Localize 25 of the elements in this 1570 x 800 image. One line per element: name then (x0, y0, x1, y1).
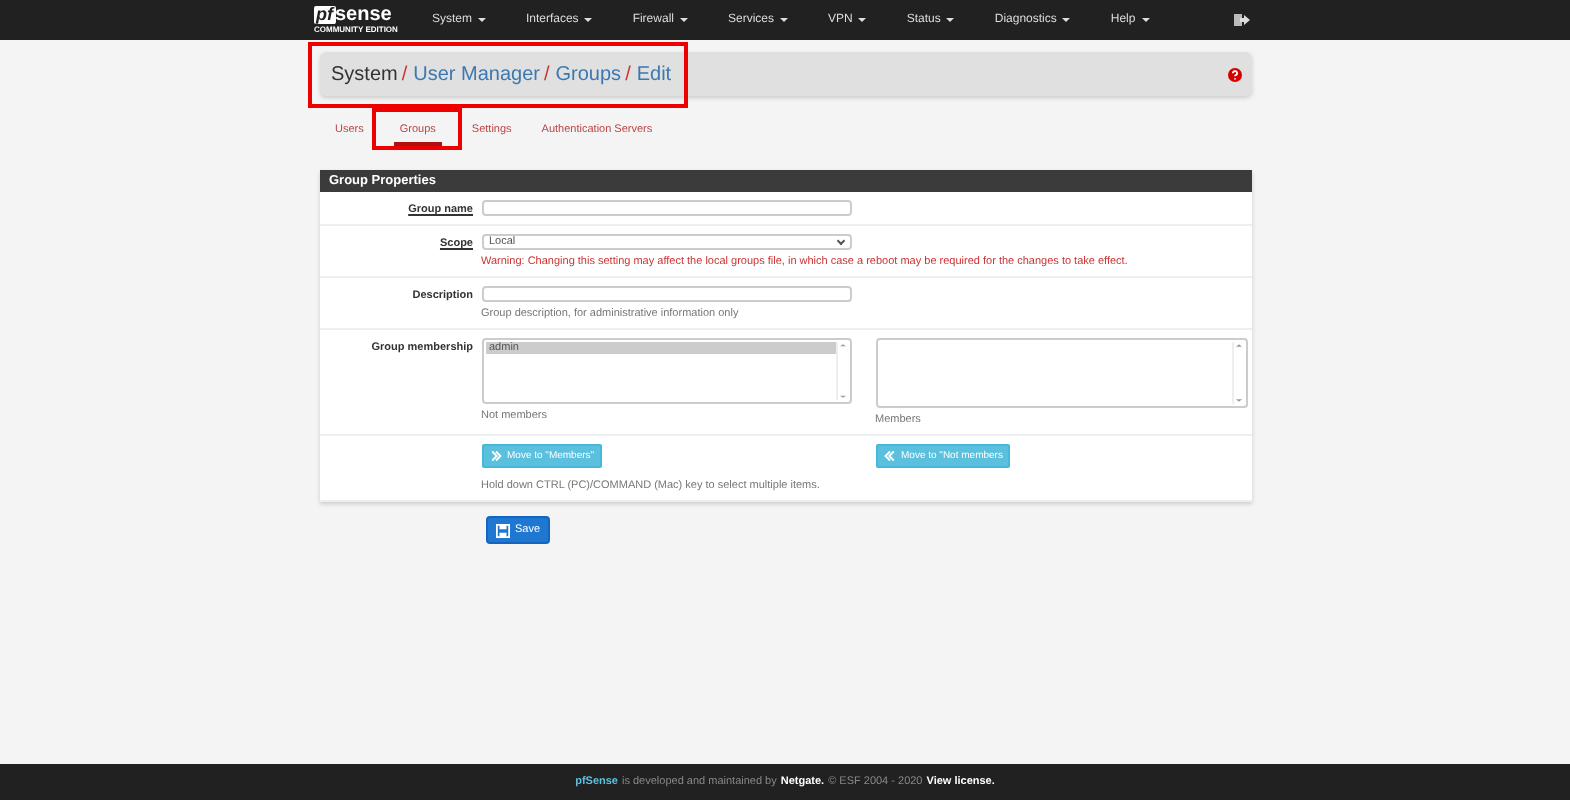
input-field[interactable] (481, 200, 851, 216)
input-field[interactable] (481, 286, 851, 302)
scrollbar-icon (835, 342, 847, 400)
members-list[interactable] (875, 338, 1247, 408)
caret-icon (1062, 18, 1071, 22)
caret-icon (477, 18, 486, 22)
breadcrumb-link[interactable]: User Manager (413, 63, 540, 85)
breadcrumb-separator: / (625, 63, 631, 85)
breadcrumb-separator: / (543, 63, 550, 85)
breadcrumb-link[interactable]: Groups (555, 63, 622, 85)
scrollbar-icon (1231, 342, 1243, 404)
double-chevron-right-icon (489, 450, 501, 462)
caret-icon (946, 18, 955, 22)
caret-icon (780, 18, 788, 22)
logout-icon[interactable] (1234, 12, 1250, 28)
breadcrumb-item: System (331, 63, 398, 85)
chevron-icon (835, 235, 845, 245)
caret-icon (584, 18, 593, 22)
breadcrumb-link[interactable]: Edit (636, 63, 672, 85)
double-chevron-left-icon (883, 450, 895, 462)
help-icon[interactable] (1227, 67, 1241, 81)
breadcrumb-separator: / (401, 63, 408, 85)
caret-icon (858, 18, 867, 22)
caret-icon (679, 18, 688, 22)
caret-icon (1141, 18, 1150, 22)
